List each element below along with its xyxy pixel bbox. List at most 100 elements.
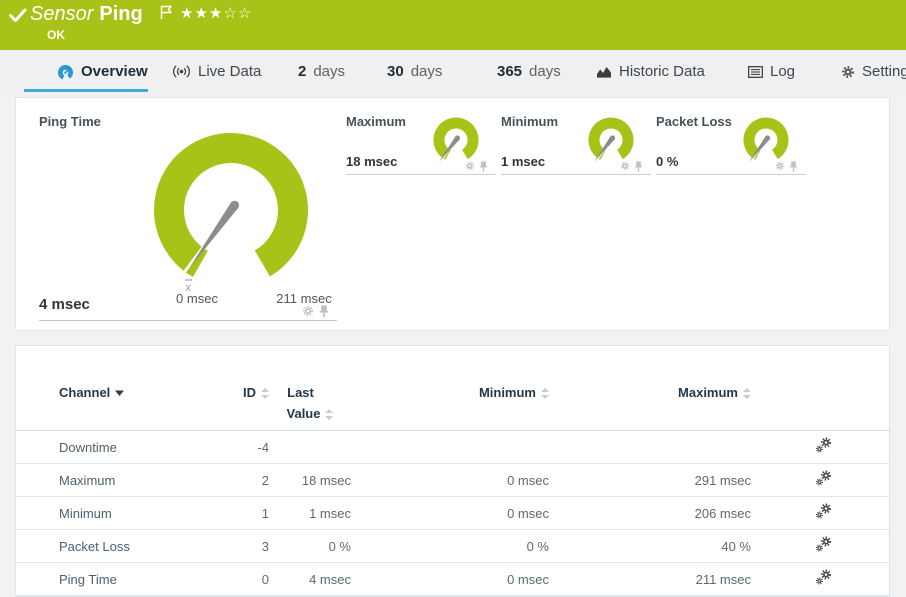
minimum-value: 1 msec: [501, 154, 545, 169]
table-header-row: Channel ID Last Value Minimum Maximum: [16, 380, 891, 431]
pin-icon[interactable]: [789, 161, 798, 172]
channel-settings-icon[interactable]: [815, 536, 832, 553]
divider: [656, 174, 806, 175]
ping-time-gauge: x: [136, 120, 326, 310]
gauge-settings-gear-icon[interactable]: [302, 305, 314, 317]
header-id-label: ID: [243, 385, 256, 401]
pin-icon[interactable]: [634, 161, 643, 172]
header-channel[interactable]: Channel: [59, 385, 219, 401]
channel-name[interactable]: Maximum: [59, 473, 219, 488]
header-channel-label: Channel: [59, 385, 110, 401]
tab-365-days[interactable]: 365 days: [497, 63, 561, 80]
packet-loss-value: 0 %: [656, 154, 678, 169]
sort-icon: [325, 409, 333, 420]
header-minimum[interactable]: Minimum: [351, 385, 549, 401]
header-maximum-label: Maximum: [678, 385, 738, 401]
channel-name[interactable]: Minimum: [59, 506, 219, 521]
tab-historic-data[interactable]: Historic Data: [596, 63, 705, 80]
table-row: Downtime -4: [16, 431, 891, 464]
channel-settings-icon[interactable]: [815, 470, 832, 487]
tab-365-days-number: 365: [497, 63, 522, 80]
tab-bar: Overview Live Data 2 days 30 days 365 da…: [0, 50, 906, 97]
channel-name[interactable]: Downtime: [59, 440, 219, 455]
channel-id: 0: [219, 572, 269, 587]
tab-30-days-number: 30: [387, 63, 404, 80]
tab-2-days[interactable]: 2 days: [298, 63, 345, 80]
tab-settings[interactable]: Settings: [841, 63, 906, 80]
gauge-scale-max: 211 msec: [264, 291, 344, 306]
channel-minimum: 0 msec: [351, 506, 549, 521]
tab-overview-label: Overview: [81, 63, 148, 80]
channel-table-panel: Channel ID Last Value Minimum Maximum: [15, 345, 890, 597]
header-id[interactable]: ID: [219, 385, 269, 401]
tab-2-days-label: days: [313, 63, 345, 80]
divider: [346, 174, 496, 175]
active-tab-underline: [24, 89, 148, 92]
channel-name[interactable]: Packet Loss: [59, 539, 219, 554]
pin-icon[interactable]: [479, 161, 488, 172]
channel-last-value: 18 msec: [269, 473, 351, 488]
divider: [39, 320, 337, 321]
header-maximum[interactable]: Maximum: [549, 385, 751, 401]
ok-check-icon: [9, 8, 27, 23]
tab-365-days-label: days: [529, 63, 561, 80]
mini-gauge-minimum: Minimum 1 msec: [501, 112, 651, 178]
tab-log-label: Log: [770, 63, 795, 80]
mini-gauge-title: Minimum: [501, 114, 558, 129]
channel-id: 3: [219, 539, 269, 554]
tab-30-days[interactable]: 30 days: [387, 63, 442, 80]
channel-name[interactable]: Ping Time: [59, 572, 219, 587]
log-icon: [748, 66, 763, 78]
mini-gauge-packet-loss: Packet Loss 0 %: [656, 112, 806, 178]
sort-icon: [541, 388, 549, 399]
channel-minimum: 0 %: [351, 539, 549, 554]
header-last-label: Last: [287, 385, 333, 401]
table-row: Ping Time 0 4 msec 0 msec 211 msec: [16, 563, 891, 596]
sort-icon: [743, 388, 751, 399]
header-value-label: Value: [287, 406, 321, 422]
table-row: Packet Loss 3 0 % 0 % 40 %: [16, 530, 891, 563]
tab-2-days-number: 2: [298, 63, 306, 80]
header-minimum-label: Minimum: [479, 385, 536, 401]
tab-log[interactable]: Log: [748, 63, 795, 80]
gauge-scale-min: 0 msec: [162, 291, 232, 306]
channel-last-value: 1 msec: [269, 506, 351, 521]
tab-overview[interactable]: Overview: [57, 63, 148, 80]
channel-id: 1: [219, 506, 269, 521]
channel-settings-icon[interactable]: [815, 503, 832, 520]
gauge-settings-gear-icon[interactable]: [465, 161, 475, 171]
table-row: Minimum 1 1 msec 0 msec 206 msec: [16, 497, 891, 530]
header-last-value[interactable]: Last Value: [269, 385, 351, 422]
pin-icon[interactable]: [319, 305, 329, 318]
gauge-settings-gear-icon[interactable]: [620, 161, 630, 171]
flag-icon[interactable]: [160, 5, 173, 20]
table-row: Maximum 2 18 msec 0 msec 291 msec: [16, 464, 891, 497]
channel-id: -4: [219, 440, 269, 455]
sort-desc-icon: [115, 390, 124, 396]
sensor-header: Sensor Ping ★★★☆☆ OK: [0, 0, 906, 50]
tab-historic-data-label: Historic Data: [619, 63, 705, 80]
sensor-type-label: Sensor: [30, 3, 93, 25]
channel-settings-icon[interactable]: [815, 437, 832, 454]
tab-live-data[interactable]: Live Data: [172, 63, 261, 80]
overview-gauges-panel: Ping Time x 0 msec 211 msec 4 msec Maxim…: [15, 97, 890, 331]
status-badge: OK: [47, 28, 65, 42]
mini-gauge-maximum: Maximum 18 msec: [346, 112, 496, 178]
channel-minimum: 0 msec: [351, 473, 549, 488]
gear-icon: [841, 65, 855, 79]
mini-gauge-title: Packet Loss: [656, 114, 732, 129]
channel-id: 2: [219, 473, 269, 488]
channel-maximum: 291 msec: [549, 473, 751, 488]
page-title: Sensor Ping: [30, 3, 143, 26]
broadcast-icon: [172, 65, 191, 78]
mini-gauge-title: Maximum: [346, 114, 406, 129]
gauge-settings-gear-icon[interactable]: [775, 161, 785, 171]
channel-settings-icon[interactable]: [815, 569, 832, 586]
priority-stars[interactable]: ★★★☆☆: [180, 4, 252, 22]
ping-time-value: 4 msec: [39, 296, 90, 313]
tab-settings-label: Settings: [862, 63, 906, 80]
channel-maximum: 211 msec: [549, 572, 751, 587]
maximum-value: 18 msec: [346, 154, 397, 169]
sensor-name: Ping: [99, 3, 142, 25]
gauge-icon: [57, 64, 74, 80]
